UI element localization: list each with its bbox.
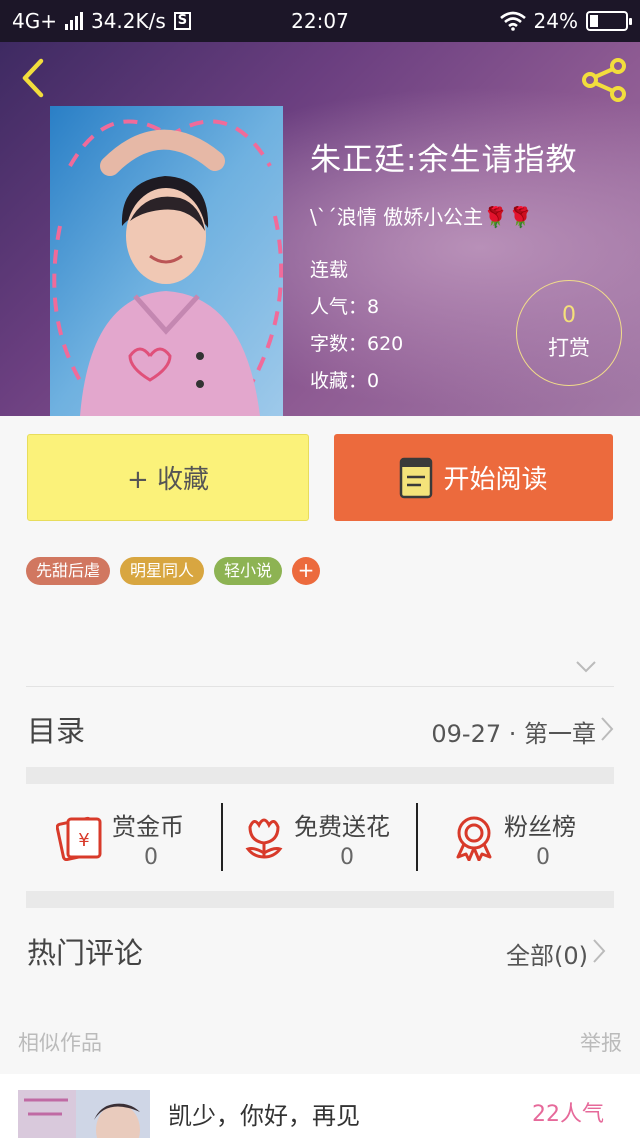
similar-cover-image [18,1090,150,1138]
stat-flowers-label: 免费送花 [294,813,390,841]
tag-light-novel[interactable]: 轻小说 [214,557,283,585]
start-reading-label: 开始阅读 [443,465,548,495]
similar-works-header: 相似作品 举报 [0,1022,640,1062]
share-button[interactable] [580,56,628,104]
hot-comments-title: 热门评论 [27,936,144,970]
wifi-icon [499,11,526,31]
medal-icon [456,816,492,861]
book-icon [400,457,433,498]
similar-works-title: 相似作品 [18,1031,102,1055]
red-envelope-icon: ¥ [56,816,102,861]
hot-comments-row[interactable]: 热门评论 全部(0) [0,908,640,994]
add-tag-button[interactable]: + [292,557,321,585]
stat-flowers[interactable]: 免费送花 0 [224,785,416,889]
back-button[interactable] [14,56,54,100]
table-of-contents-row[interactable]: 目录 09-27 · 第一章 [0,688,640,768]
tip-label: 打赏 [548,336,590,360]
stat-coins-label: 赏金币 [112,813,184,841]
toc-title: 目录 [27,714,86,748]
stat-fans-value: 0 [536,845,550,870]
expand-chevron-down-icon[interactable] [575,660,597,674]
start-reading-button[interactable]: 开始阅读 [334,434,613,521]
author-name[interactable]: \`´浪情 傲娇小公主🌹🌹 [310,201,577,230]
interaction-stats: ¥ 赏金币 0 免费送花 0 粉丝榜 0 [26,785,614,889]
book-header: 朱正廷:余生请指教 \`´浪情 傲娇小公主🌹🌹 连载 人气：8 字数：620 收… [0,42,640,416]
status-bar: 4G+ 34.2K/s S 22:07 24% [0,0,640,42]
collect-label: + 收藏 [126,465,210,495]
svg-text:¥: ¥ [78,830,89,851]
chevron-right-icon [593,939,606,963]
tip-count: 0 [562,303,576,328]
tag-star-fanfic[interactable]: 明星同人 [120,557,205,585]
similar-book-cover [18,1090,150,1138]
section-separator [26,767,614,784]
collect-button[interactable]: + 收藏 [27,434,309,521]
stat-coins-value: 0 [144,845,158,870]
cover-image [50,106,283,416]
tag-sweet-then-angst[interactable]: 先甜后虐 [26,557,111,585]
chevron-right-icon [601,717,614,741]
serial-status: 连载 [310,259,349,281]
stat-fans-label: 粉丝榜 [504,813,576,841]
battery-percent: 24% [533,9,578,33]
battery-icon [586,11,632,31]
similar-book-popularity: 22人气 [532,1102,604,1127]
divider [26,686,614,687]
list-item[interactable]: 凯少，你好，再见 22人气 [0,1074,640,1138]
book-cover[interactable] [50,106,283,416]
divider [221,803,223,871]
share-icon [582,58,626,102]
section-separator [26,891,614,908]
tag-list: 先甜后虐 明星同人 轻小说 + [26,557,321,585]
stat-flowers-value: 0 [340,845,354,870]
tip-button[interactable]: 0 打赏 [516,280,622,386]
flower-icon [245,818,283,859]
battery-fill [590,15,599,27]
report-link[interactable]: 举报 [580,1027,622,1057]
stat-coins[interactable]: ¥ 赏金币 0 [26,785,222,889]
stat-fans[interactable]: 粉丝榜 0 [418,785,614,889]
book-title: 朱正廷:余生请指教 [310,142,578,178]
latest-chapter: 09-27 · 第一章 [431,720,596,748]
similar-book-title: 凯少，你好，再见 [168,1102,360,1130]
all-comments-link[interactable]: 全部(0) [506,936,588,971]
